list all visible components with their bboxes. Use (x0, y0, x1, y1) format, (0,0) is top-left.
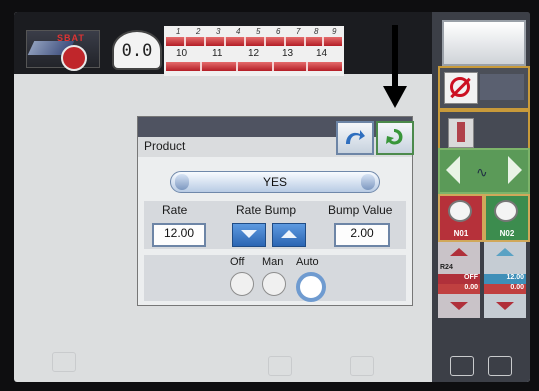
product-dialog: Product YES Rate Rate Bump Bump Value 12… (137, 116, 414, 306)
nozzle-label: N01 (453, 229, 469, 238)
faint-icon (350, 356, 374, 376)
section-number: 13 (282, 48, 294, 59)
boom-icon (448, 118, 474, 148)
speed-gauge: 0.0 (112, 30, 162, 70)
faint-icon (52, 352, 76, 372)
section-number: 6 (276, 27, 281, 36)
faint-icon (268, 356, 292, 376)
section-bar-top (166, 37, 342, 46)
product-code: R24 (440, 264, 453, 271)
rate-control-left: R24 OFF 0.00 (438, 242, 480, 318)
wave-icon: ∿ (476, 164, 488, 180)
section-number: 5 (256, 27, 261, 36)
annotation-arrow-head (383, 86, 407, 108)
selector-right-cap[interactable] (361, 174, 375, 190)
mode-man-radio[interactable] (262, 272, 286, 296)
monitor-screen: SBAT 0.0 1 2 3 4 5 6 7 8 9 10 11 12 13 1… (14, 12, 530, 382)
value-chip: 0.00 (438, 284, 480, 294)
section-number: 7 (296, 27, 301, 36)
mode-auto-radio[interactable] (296, 272, 326, 302)
nozzle-n01-button[interactable]: N01 (438, 194, 484, 242)
faint-icon (488, 356, 512, 376)
section-number: 9 (332, 27, 337, 36)
rate-control-right: 12.00 0.00 (484, 242, 526, 318)
brand-logo: SBAT (26, 30, 100, 71)
bump-value-label: Bump Value (328, 203, 393, 217)
map-thumbnail (480, 74, 524, 100)
rate-bump-label: Rate Bump (236, 203, 297, 217)
dialog-title: Product (144, 139, 186, 153)
rate-chip: 12.00 (484, 274, 526, 284)
bump-value-input[interactable]: 2.00 (334, 223, 390, 247)
mode-off-radio[interactable] (230, 272, 254, 296)
section-number: 4 (236, 27, 241, 36)
selector-value: YES (262, 175, 287, 189)
section-number: 14 (316, 48, 328, 59)
rate-label: Rate (162, 203, 188, 217)
section-number: 2 (196, 27, 201, 36)
prohibited-icon (444, 72, 478, 104)
right-button-panel: ∿ N01 N02 R24 OFF 0.00 12.00 0.00 (432, 12, 530, 382)
section-bar-bottom (166, 62, 342, 71)
mode-man-label: Man (262, 256, 284, 268)
arrow-right-icon[interactable] (508, 156, 522, 184)
faint-icon (450, 356, 474, 376)
rate-bump-up-button[interactable] (272, 223, 306, 247)
blank-button[interactable] (442, 20, 526, 66)
nozzle-icon (448, 200, 472, 222)
arrow-down-icon[interactable] (496, 302, 514, 310)
nozzle-n02-button[interactable]: N02 (484, 194, 530, 242)
annotation-arrow-shaft (392, 25, 398, 93)
control-mode-group: Off Man Auto (144, 255, 406, 302)
mode-auto-label: Auto (296, 256, 319, 268)
section-number: 11 (212, 48, 223, 59)
arrow-down-icon[interactable] (450, 302, 468, 310)
section-number: 10 (176, 48, 188, 59)
back-button[interactable] (336, 121, 374, 155)
return-arrow-icon (386, 129, 403, 145)
section-number: 3 (216, 27, 221, 36)
section-number: 8 (314, 27, 319, 36)
status-chip: OFF (438, 274, 480, 284)
no-apply-button[interactable] (438, 66, 530, 110)
arrow-left-icon[interactable] (446, 156, 460, 184)
section-number: 12 (248, 48, 260, 59)
back-arrow-icon (346, 130, 365, 144)
product-selector[interactable]: YES (170, 171, 380, 193)
section-number: 1 (176, 27, 181, 36)
arrow-up-icon[interactable] (496, 248, 514, 256)
arrow-up-icon[interactable] (450, 248, 468, 256)
forward-button[interactable] (376, 121, 414, 155)
gauge-value: 0.0 (121, 41, 153, 61)
rate-bump-down-button[interactable] (232, 223, 266, 247)
section-status-bars: 1 2 3 4 5 6 7 8 9 10 11 12 13 14 (164, 26, 344, 76)
mode-off-label: Off (230, 256, 245, 268)
value-chip: 0.00 (484, 284, 526, 294)
screen-switch-button[interactable]: ∿ (438, 148, 530, 194)
rate-input[interactable]: 12.00 (152, 223, 206, 247)
nozzle-icon (494, 200, 518, 222)
rate-settings: Rate Rate Bump Bump Value 12.00 2.00 (144, 201, 406, 249)
nozzle-label: N02 (499, 229, 515, 238)
